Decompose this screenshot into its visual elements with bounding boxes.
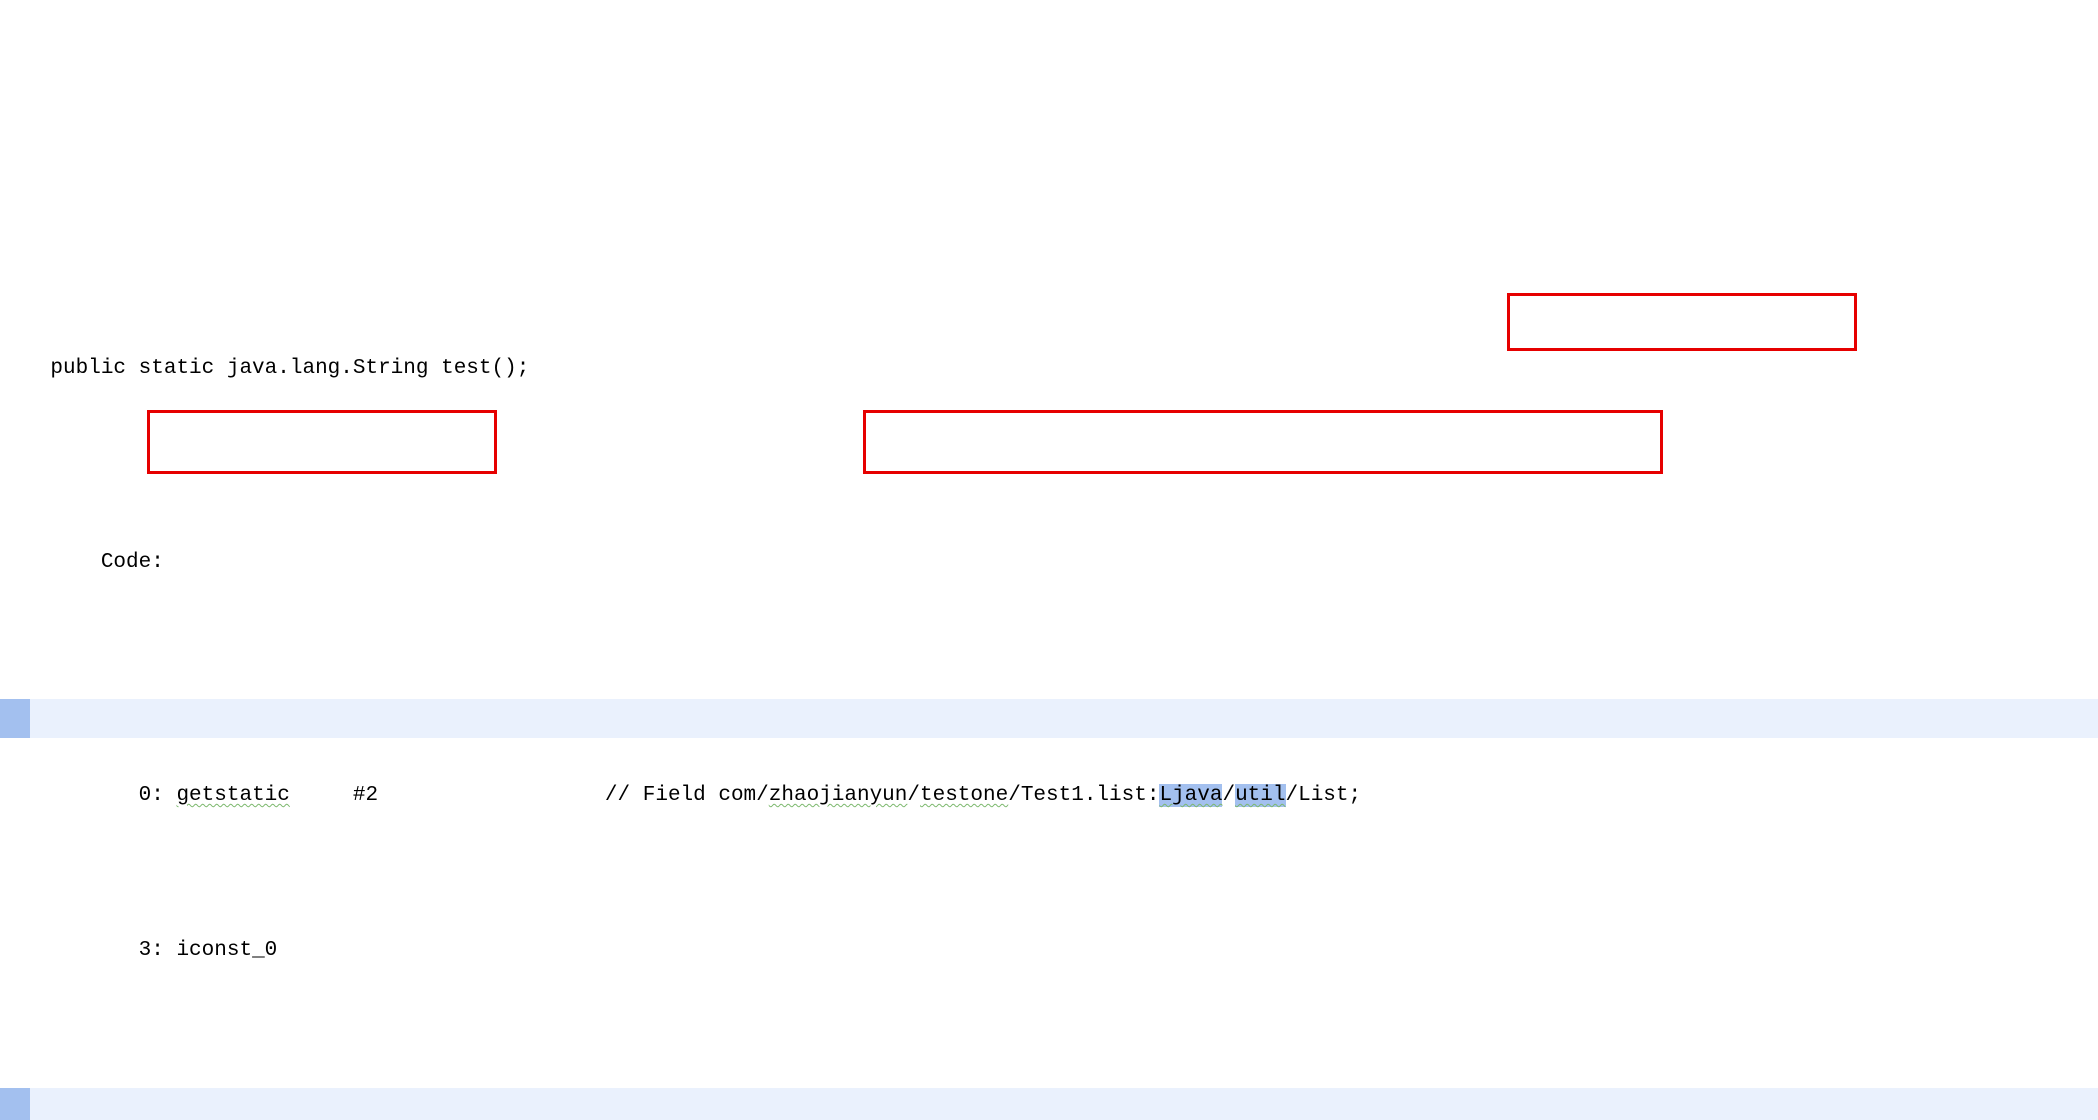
instruction: getstatic (176, 784, 289, 807)
code-line-2: 4: invokeinterface #3, 2 // InterfaceMet… (0, 1088, 2098, 1120)
gutter-block (0, 1088, 30, 1120)
seg1: zhaojianyun (769, 784, 908, 807)
offset: 0: (50, 784, 176, 807)
red-box-invokeinterface (147, 410, 497, 474)
mid1: / (907, 784, 920, 807)
method-signature: public static java.lang.String test(); (50, 357, 529, 380)
code-line-signature: public static java.lang.String test(); (0, 311, 2098, 350)
seg3: Ljava (1159, 784, 1222, 807)
code-line-code-label: Code: (0, 505, 2098, 544)
seg2: testone (920, 784, 1008, 807)
instruction: iconst_0 (176, 939, 277, 962)
mid2: /Test1.list: (1008, 784, 1159, 807)
mid3: / (1222, 784, 1235, 807)
code-line-1: 3: iconst_0 (0, 893, 2098, 932)
seg4: util (1235, 784, 1285, 807)
gutter-block (0, 699, 30, 738)
bytecode-listing: public static java.lang.String test(); C… (0, 155, 2098, 1120)
code-line-0: 0: getstatic #2 // Field com/zhaojianyun… (0, 699, 2098, 738)
mid4: /List; (1286, 784, 1362, 807)
offset: 3: (50, 939, 176, 962)
code-label: Code: (50, 551, 163, 574)
args: #2 (290, 784, 378, 807)
red-box-interfacemethod (863, 410, 1663, 474)
comment-start: // Field com/ (378, 784, 769, 807)
